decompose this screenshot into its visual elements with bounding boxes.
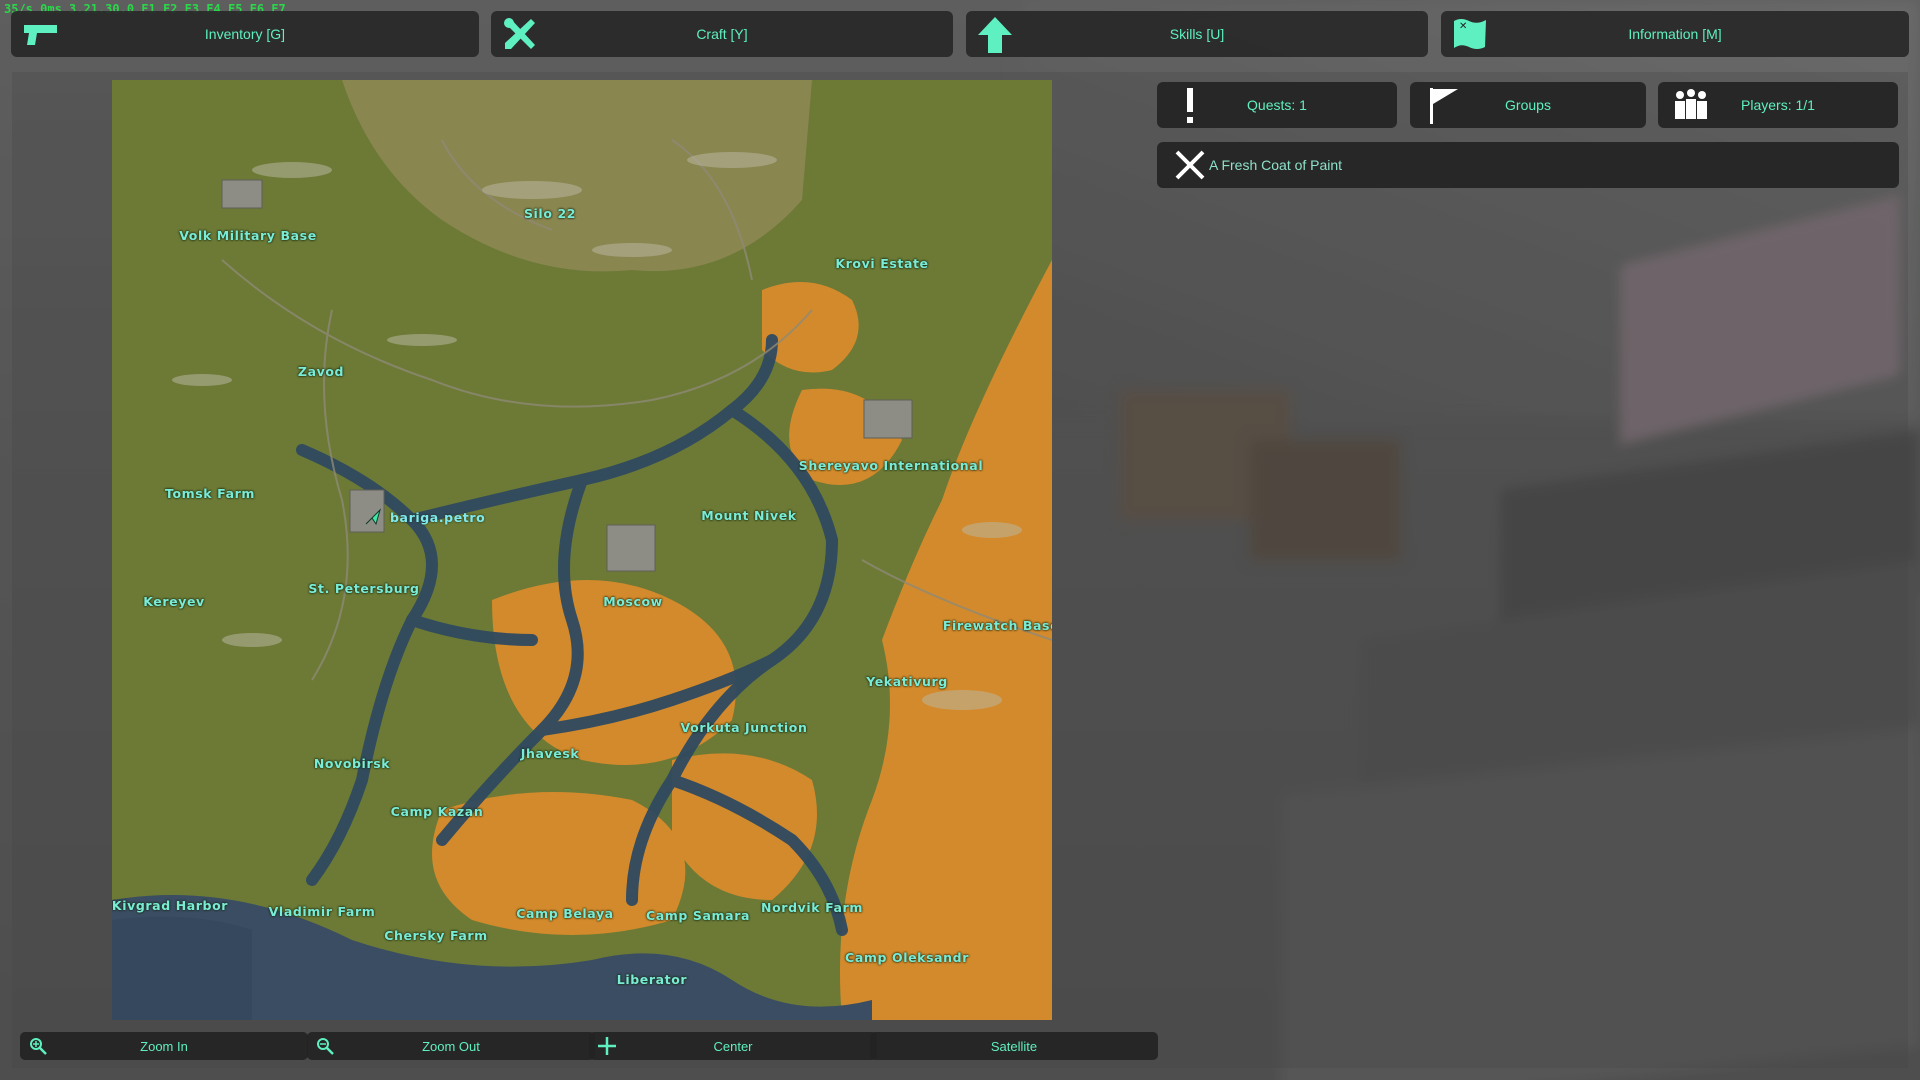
map-location: Nordvik Farm — [761, 900, 863, 915]
center-button[interactable]: Center — [589, 1032, 877, 1060]
map-location: Vladimir Farm — [268, 904, 376, 919]
tab-players[interactable]: Players: 1/1 — [1658, 82, 1898, 128]
map-location: Camp Kazan — [390, 804, 484, 819]
map-location: Kivgrad Harbor — [112, 898, 229, 913]
pistol-icon — [24, 25, 57, 45]
tab-craft[interactable]: Craft [Y] — [491, 11, 953, 57]
quest-item[interactable]: A Fresh Coat of Paint — [1157, 142, 1899, 188]
button-label: Zoom Out — [422, 1038, 480, 1054]
exclamation-icon — [1187, 88, 1193, 123]
quest-title: A Fresh Coat of Paint — [1209, 157, 1343, 173]
map-location: Vorkuta Junction — [680, 720, 808, 735]
flag-icon — [1430, 88, 1458, 124]
map-location: Kereyev — [143, 594, 205, 609]
map-location: Camp Oleksandr — [845, 950, 969, 965]
svg-text:✕: ✕ — [1459, 21, 1467, 32]
zoom-in-icon — [30, 1038, 47, 1055]
map-location: Liberator — [616, 972, 688, 987]
map-location: Camp Belaya — [516, 906, 614, 921]
player-name-label: bariga.petro — [390, 510, 486, 525]
map-location: Jhavesk — [520, 746, 580, 761]
zoom-out-icon — [317, 1038, 334, 1055]
world-map[interactable]: Volk Military Base Silo 22 Krovi Estate … — [112, 80, 1052, 1020]
tab-information[interactable]: ✕ Information [M] — [1441, 11, 1909, 57]
button-label: Satellite — [990, 1038, 1038, 1054]
close-x-icon[interactable] — [1171, 146, 1209, 184]
map-location: Shereyavo International — [798, 458, 984, 473]
tab-label: Inventory [G] — [204, 26, 286, 42]
tab-label: Craft [Y] — [696, 26, 748, 42]
map-location: Volk Military Base — [179, 228, 317, 243]
map-location: Yekativurg — [866, 674, 948, 689]
map-location: Chersky Farm — [384, 928, 488, 943]
map-terrain — [112, 80, 1052, 1020]
map-location: Mount Nivek — [701, 508, 797, 523]
tab-inventory[interactable]: Inventory [G] — [11, 11, 479, 57]
players-icon — [1675, 89, 1707, 119]
map-location: Tomsk Farm — [164, 486, 256, 501]
player-marker-icon — [365, 508, 382, 526]
tab-label: Groups — [1505, 97, 1551, 113]
tab-groups[interactable]: Groups — [1410, 82, 1646, 128]
map-location: Krovi Estate — [835, 256, 929, 271]
tab-skills[interactable]: Skills [U] — [966, 11, 1428, 57]
zoom-in-button[interactable]: Zoom In — [20, 1032, 308, 1060]
zoom-out-button[interactable]: Zoom Out — [307, 1032, 595, 1060]
map-location: Moscow — [603, 594, 663, 609]
satellite-button[interactable]: Satellite — [870, 1032, 1158, 1060]
tab-label: Skills [U] — [1169, 26, 1225, 42]
tab-quests[interactable]: Quests: 1 — [1157, 82, 1397, 128]
button-label: Center — [713, 1038, 753, 1054]
map-location: Firewatch Base — [942, 618, 1052, 633]
button-label: Zoom In — [140, 1038, 188, 1054]
map-location: Zavod — [297, 364, 345, 379]
crossed-tools-icon — [504, 18, 535, 49]
map-location: St. Petersburg — [308, 581, 420, 596]
map-location: Camp Samara — [645, 908, 751, 923]
map-location: Novobirsk — [313, 756, 391, 771]
map-location: Silo 22 — [523, 206, 577, 221]
arrow-up-icon — [978, 17, 1012, 53]
tab-label: Players: 1/1 — [1741, 97, 1815, 113]
plus-icon — [598, 1037, 616, 1055]
tab-label: Information [M] — [1628, 26, 1722, 42]
tab-label: Quests: 1 — [1247, 97, 1307, 113]
map-icon: ✕ — [1454, 19, 1486, 49]
